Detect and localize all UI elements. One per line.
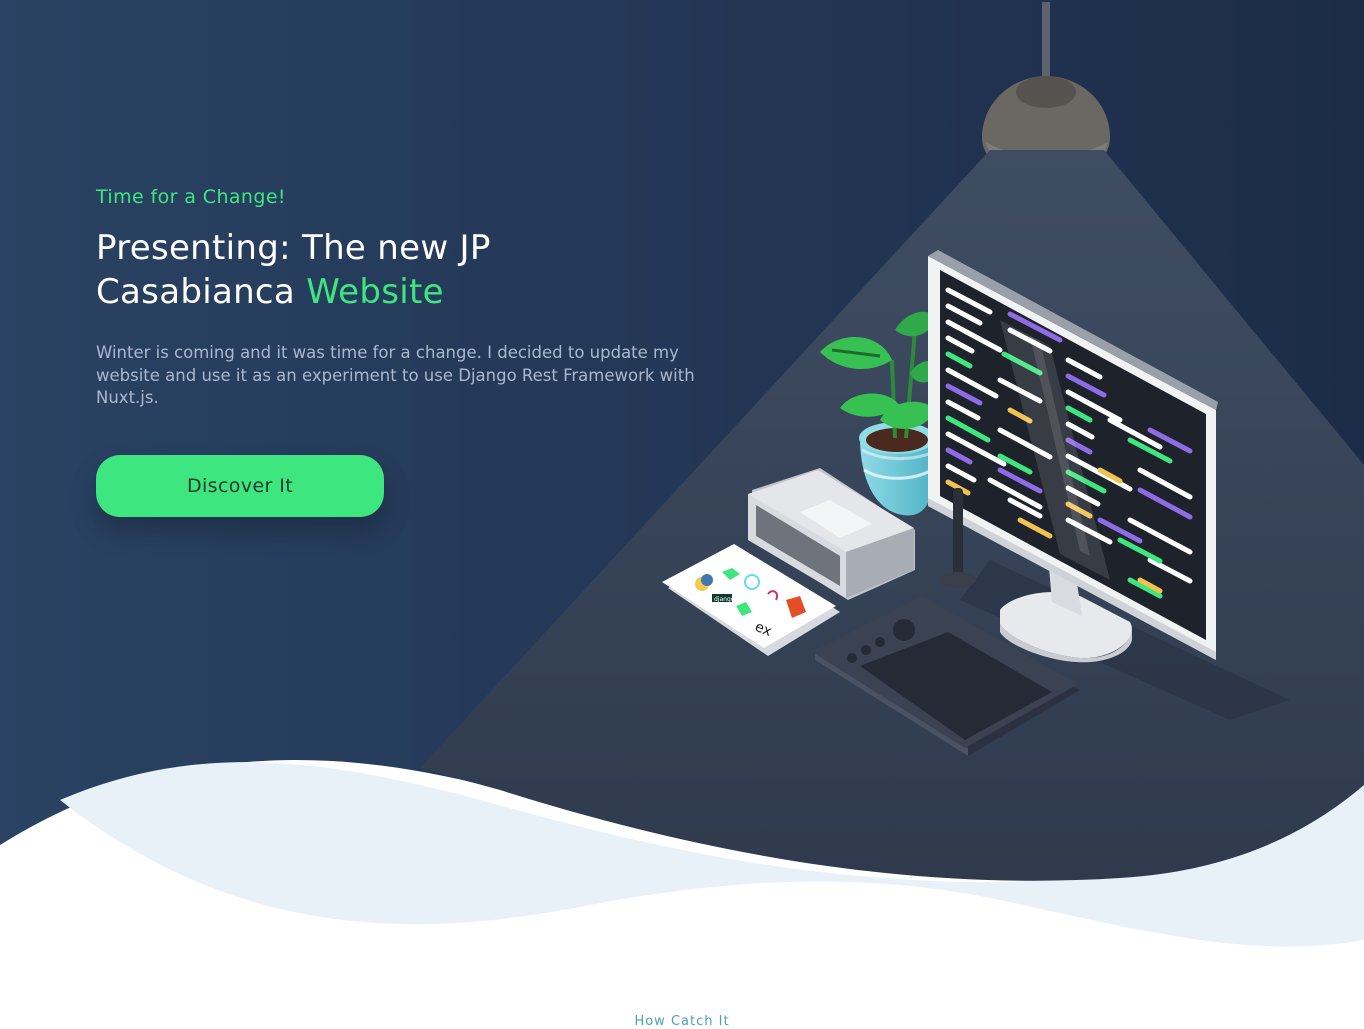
intro-paragraph: Winter is coming and it was time for a c…	[96, 343, 695, 407]
title-line-2-lead: Casabianca	[96, 272, 296, 312]
eyebrow-text: Time for a Change!	[96, 186, 286, 208]
hero-section: django ex Time for a Change! Presenting:…	[0, 0, 1364, 1023]
page-title: Presenting: The new JP Casabianca Websit…	[96, 226, 716, 314]
next-section-link[interactable]: How Catch It	[0, 1014, 1364, 1029]
lamp-cord	[1042, 2, 1050, 88]
discover-button[interactable]: Discover It	[96, 455, 384, 517]
django-badge: django	[714, 596, 735, 603]
title-accent: Website	[306, 272, 444, 312]
title-line-1: Presenting: The new JP	[96, 228, 491, 268]
hero-copy: Time for a Change! Presenting: The new J…	[96, 186, 716, 410]
lamp-cap	[1016, 76, 1076, 108]
